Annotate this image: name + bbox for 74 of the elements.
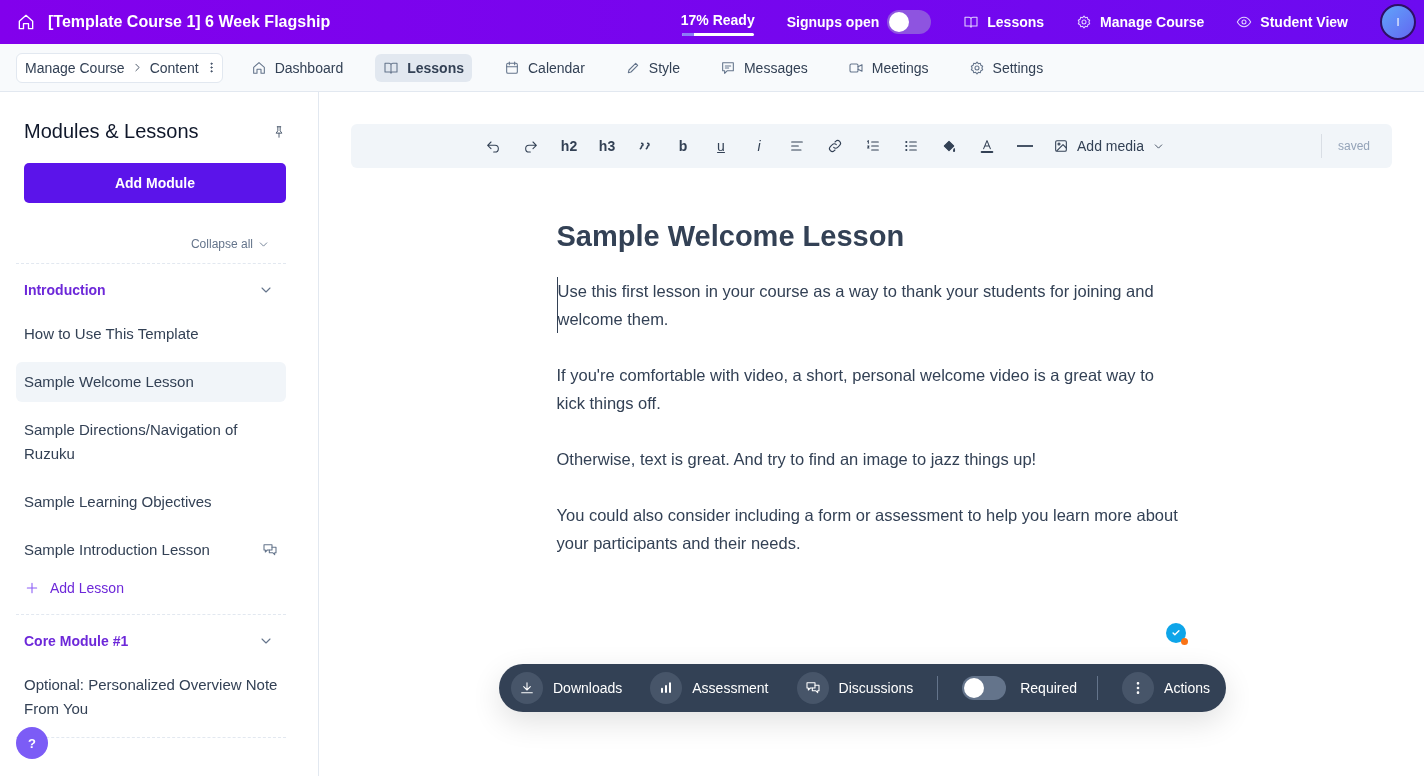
- add-module-button[interactable]: Add Module: [24, 163, 286, 203]
- home-icon: [16, 12, 36, 32]
- paragraph: If you're comfortable with video, a short, personal welcome video is a great way to kick things off.: [556, 365, 1155, 414]
- course-title: [Template Course 1] 6 Week Flagship: [48, 13, 331, 31]
- download-icon: [511, 672, 543, 704]
- text-color-icon: [979, 138, 995, 154]
- format-button[interactable]: b: [667, 132, 699, 160]
- sidebar-title: Modules & Lessons: [24, 120, 199, 143]
- paragraph: Otherwise, text is great. And try to find an image to jazz things up!: [556, 449, 1038, 470]
- chat-icon: [796, 672, 829, 704]
- lesson-title: Sample Welcome Lesson: [556, 220, 906, 253]
- plus-icon: [24, 580, 40, 596]
- paint-bucket-icon: [941, 138, 957, 154]
- bullet-list-icon: [903, 138, 919, 154]
- settings-icon: [968, 59, 985, 76]
- action-label: Downloads: [553, 680, 623, 696]
- horizontal-rule-icon: [1017, 145, 1033, 147]
- lesson-item[interactable]: Sample Directions/Navigation of Ruzuku: [16, 410, 286, 474]
- action-label: Actions: [1164, 680, 1210, 696]
- actions-link[interactable]: Actions: [1122, 672, 1210, 704]
- lesson-item[interactable]: Sample Learning Objectives: [16, 482, 286, 522]
- module-header[interactable]: Introduction: [16, 264, 286, 314]
- format-button[interactable]: h2: [553, 132, 585, 160]
- action-link[interactable]: Downloads: [511, 672, 623, 704]
- nav-tab[interactable]: Lessons: [375, 53, 472, 82]
- lesson-item[interactable]: Sample Introduction Lesson: [16, 530, 286, 570]
- align-left-icon: [789, 138, 805, 154]
- help-button[interactable]: ?: [16, 727, 48, 759]
- nav-tab[interactable]: Settings: [960, 53, 1052, 82]
- numbered-list-icon: [865, 138, 881, 154]
- required-toggle[interactable]: [962, 676, 1007, 700]
- action-link[interactable]: Discussions: [796, 672, 914, 704]
- readiness-link[interactable]: 17% Ready: [680, 12, 755, 28]
- nav-tab[interactable]: Meetings: [839, 53, 937, 82]
- check-badge-icon: [1166, 623, 1186, 643]
- breadcrumb-link[interactable]: Manage Course: [25, 59, 125, 76]
- action-label: Discussions: [838, 680, 914, 696]
- add-media-button[interactable]: Add media: [1053, 132, 1165, 160]
- top-nav-link[interactable]: Manage Course: [1076, 14, 1205, 30]
- lesson-item[interactable]: How to Use This Template: [16, 314, 286, 354]
- required-label: Required: [1020, 680, 1078, 696]
- breadcrumb-link[interactable]: Content: [149, 59, 199, 76]
- format-button[interactable]: i: [743, 132, 775, 160]
- format-button[interactable]: h3: [591, 132, 623, 160]
- paragraph: Use this first lesson in your course as a way to thank your students for joining and welcome them.: [556, 277, 1187, 333]
- lesson-item[interactable]: Sample Welcome Lesson: [16, 362, 286, 402]
- format-button[interactable]: u: [705, 132, 737, 160]
- paragraph: You could also consider including a form or assessment to help you learn more about your participants and their needs.: [556, 505, 1179, 554]
- collapse-all-link[interactable]: Collapse all: [190, 237, 270, 251]
- nav-tab[interactable]: Calendar: [496, 53, 593, 82]
- action-label: Assessment: [692, 680, 769, 696]
- module-header[interactable]: Core Module #1: [16, 615, 286, 665]
- link-icon: [827, 138, 843, 154]
- bar-chart-icon: [650, 672, 683, 704]
- home-icon: [250, 59, 267, 76]
- settings-icon: [1076, 14, 1093, 30]
- add-lesson-link[interactable]: Add Lesson: [16, 578, 286, 614]
- chat-icon: [262, 542, 278, 558]
- nav-tab[interactable]: Dashboard: [242, 53, 352, 82]
- calendar-icon: [504, 59, 520, 76]
- save-status: saved: [1320, 134, 1392, 158]
- nav-tab[interactable]: Messages: [711, 53, 816, 82]
- more-icon: [1122, 672, 1155, 704]
- signups-label: Signups open: [786, 14, 880, 30]
- lesson-item[interactable]: Optional: Personalized Overview Note From You: [16, 665, 286, 729]
- eye-icon: [1236, 14, 1253, 30]
- image-icon: [1053, 138, 1069, 154]
- message-icon: [719, 59, 736, 76]
- nav-tab[interactable]: Style: [616, 53, 688, 82]
- book-icon: [963, 14, 980, 30]
- top-nav-link[interactable]: Student View: [1236, 14, 1348, 30]
- top-nav-link[interactable]: Lessons: [963, 14, 1045, 30]
- signups-toggle[interactable]: [887, 10, 932, 34]
- action-link[interactable]: Assessment: [650, 672, 769, 704]
